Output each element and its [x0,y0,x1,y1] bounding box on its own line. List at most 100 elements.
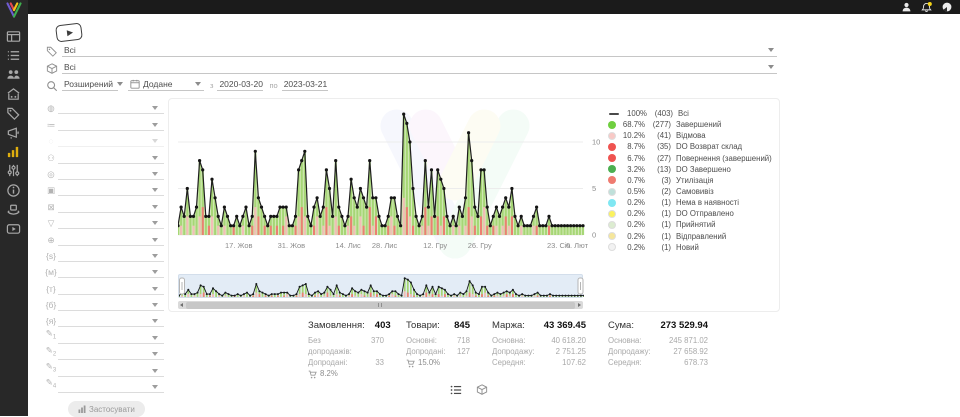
legend-percent: 68.7% [620,120,645,129]
panel-filter-row: ⚇ [44,147,164,163]
search-mode-select[interactable]: Розширений [62,77,118,91]
product-filter-select[interactable]: Всі [62,60,777,74]
panel-filter-icon: ✎3 [44,361,58,377]
panel-filter-select[interactable] [58,346,164,360]
chevron-down-icon [152,385,158,389]
scroll-left-icon[interactable] [180,303,183,307]
panel-filter-select[interactable] [58,232,164,246]
date-field-select[interactable]: Додане [128,77,204,91]
panel-filter-row: ▣ [44,180,164,196]
panel-filter-row: ⊕ [44,229,164,245]
legend-item[interactable]: 0.2%(1)Новий [608,242,776,253]
chart-brush[interactable] [178,274,583,298]
stat-subrow-label: Допродажу: [608,346,651,357]
legend-item[interactable]: 100%(403)Всі [608,108,776,119]
stat-subrow-label: Основна: [492,335,526,346]
panel-filter-select[interactable] [58,330,164,344]
panel-filter-select[interactable] [58,199,164,213]
panel-filter-select[interactable] [58,117,164,131]
stat-subrow-label: Середня: [608,357,642,368]
notifications-icon[interactable] [921,2,932,13]
sidebar-item-announcements[interactable] [6,125,22,141]
sidebar-item-dashboard[interactable] [6,29,22,45]
list-icon[interactable] [450,384,462,396]
date-to-input[interactable]: 2023-03-21 [282,77,328,91]
chart-scrollbar[interactable] [178,301,583,309]
legend-item[interactable]: 0.7%(3)Утилізація [608,175,776,186]
sidebar-item-sales[interactable] [6,106,22,122]
date-from-label: з [210,81,213,90]
legend-count: (13) [645,165,671,174]
legend-item[interactable]: 10.2%(41)Відмова [608,130,776,141]
sidebar-item-info[interactable] [6,183,22,199]
legend-item[interactable]: 0.2%(1)Нема в наявності [608,197,776,208]
scrollbar-thumb[interactable] [186,302,575,309]
cart-icon [406,359,415,368]
filter-row-search: Розширений Додане з 2020-03-20 по 2023-0… [46,77,328,91]
sidebar-item-analytics[interactable] [6,144,22,160]
panel-filter-select[interactable] [58,297,164,311]
panel-filter-select[interactable] [58,150,164,164]
legend-item[interactable]: 3.2%(13)DO Завершено [608,164,776,175]
stat-header: Сума:273 529.94 [608,320,708,331]
date-from-input[interactable]: 2020-03-20 [217,77,263,91]
chevron-down-icon [152,172,158,176]
stat-subrow-label: Допродані: [308,357,348,368]
legend-color-swatch [608,221,616,229]
legend-label: Прийнятий [676,220,715,229]
user-icon[interactable] [902,2,911,12]
legend-item[interactable]: 0.2%(1)Відправлений [608,231,776,242]
stat-subrow: Без допродажів:370 [308,335,384,357]
sidebar-item-integrations[interactable] [6,163,22,179]
panel-filter-select[interactable] [58,281,164,295]
legend-color-swatch [608,176,616,184]
stat-column: Маржа:43 369.45Основна:40 618.20Допродаж… [492,320,586,380]
cart-icon [308,370,317,379]
panel-filter-select[interactable] [58,313,164,327]
stat-subrow: Середня:678.73 [608,357,708,368]
sidebar-item-customers[interactable] [6,67,22,83]
chevron-down-icon [152,254,158,258]
legend-color-swatch [608,232,616,240]
legend-item[interactable]: 8.7%(35)DO Возврат склад [608,141,776,152]
panel-filter-select[interactable] [58,133,164,147]
legend-item[interactable]: 0.2%(1)Прийнятий [608,219,776,230]
legend-item[interactable]: 0.5%(2)Самовивіз [608,186,776,197]
svg-text:31. Жов: 31. Жов [278,241,306,250]
stat-subrow-label: Без допродажів: [308,335,363,357]
legend-line-swatch [609,113,619,115]
svg-text:28. Лис: 28. Лис [372,241,398,250]
app-logo-icon[interactable] [4,1,24,19]
legend-item[interactable]: 68.7%(277)Завершений [608,119,776,130]
panel-filter-select[interactable] [58,100,164,114]
stat-subrow-value: 2 751.25 [556,346,586,357]
sidebar-item-store[interactable] [6,87,22,103]
video-tutorial-button[interactable] [55,22,83,42]
panel-filter-select[interactable] [58,166,164,180]
stat-value: 273 529.94 [660,320,708,331]
sidebar-item-orders[interactable] [6,48,22,64]
status-filter-select[interactable]: Всі [62,43,777,57]
orders-chart[interactable]: 051017. Жов31. Жов14. Лис28. Лис12. Гру2… [178,102,618,260]
theme-icon[interactable] [942,2,952,12]
panel-filter-select[interactable] [58,215,164,229]
upsell-rate: 15.0% [406,357,470,369]
sidebar-item-video[interactable] [6,221,22,237]
panel-filter-select[interactable] [58,264,164,278]
legend-item[interactable]: 6.7%(27)Повернення (завершений) [608,153,776,164]
sidebar-item-support[interactable] [6,202,22,218]
panel-filter-row: {м} [44,262,164,278]
package-icon[interactable] [476,384,488,396]
panel-filter-select[interactable] [58,379,164,393]
apply-button-label: Застосувати [89,405,135,414]
panel-filter-select[interactable] [58,182,164,196]
legend-count: (1) [645,243,671,252]
panel-filter-row: {s} [44,246,164,262]
legend-count: (277) [645,120,671,129]
scroll-right-icon[interactable] [578,303,581,307]
panel-filter-select[interactable] [58,248,164,262]
chevron-down-icon [152,188,158,192]
legend-item[interactable]: 0.2%(1)DO Отправлено [608,208,776,219]
panel-filter-select[interactable] [58,363,164,377]
apply-button[interactable]: Застосувати [68,401,145,417]
